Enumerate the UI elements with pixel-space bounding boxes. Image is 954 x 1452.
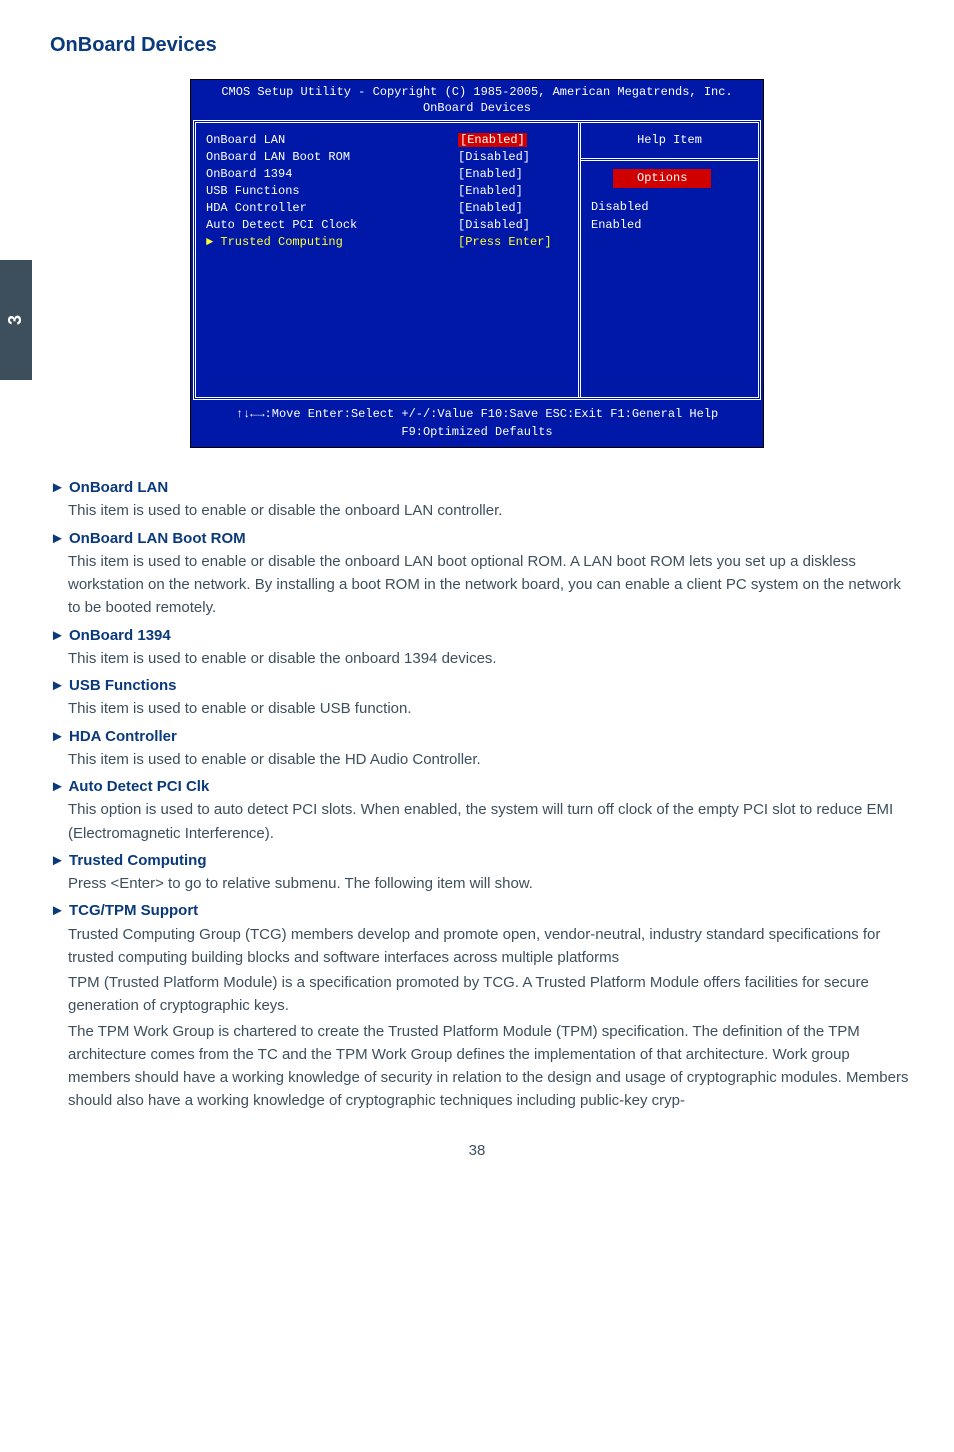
bios-footer: ↑↓←→:Move Enter:Select +/-/:Value F10:Sa…	[191, 402, 763, 447]
item-body: The TPM Work Group is chartered to creat…	[68, 1020, 912, 1113]
bios-setting-value: [Enabled]	[458, 165, 568, 182]
item-heading-pci: Auto Detect PCI Clk	[50, 775, 912, 798]
document-content: OnBoard LAN This item is used to enable …	[50, 476, 912, 1113]
bios-setting-row: HDA Controller [Enabled]	[206, 199, 568, 216]
item-body: This item is used to enable or disable t…	[68, 499, 912, 522]
help-title: Help Item	[581, 123, 758, 161]
bios-header-line2: OnBoard Devices	[195, 100, 759, 116]
item-body: This option is used to auto detect PCI s…	[68, 798, 912, 845]
bios-setting-value: [Disabled]	[458, 148, 568, 165]
bios-setting-row: USB Functions [Enabled]	[206, 182, 568, 199]
help-body: Options Disabled Enabled	[581, 161, 758, 397]
bios-setting-row: OnBoard 1394 [Enabled]	[206, 165, 568, 182]
bios-setting-label: OnBoard LAN Boot ROM	[206, 148, 350, 165]
page-number: 38	[40, 1139, 914, 1162]
bios-help-panel: Help Item Options Disabled Enabled	[578, 123, 758, 397]
item-body: Press <Enter> to go to relative submenu.…	[68, 872, 912, 895]
option-disabled: Disabled	[591, 198, 748, 217]
bios-header: CMOS Setup Utility - Copyright (C) 1985-…	[191, 80, 763, 118]
item-heading-usb: USB Functions	[50, 674, 912, 697]
item-heading-onboard-lan: OnBoard LAN	[50, 476, 912, 499]
bios-setting-value: [Disabled]	[458, 216, 568, 233]
item-heading-tcg: TCG/TPM Support	[50, 899, 912, 922]
item-heading-1394: OnBoard 1394	[50, 624, 912, 647]
item-body: TPM (Trusted Platform Module) is a speci…	[68, 971, 912, 1018]
bios-footer-line1: ↑↓←→:Move Enter:Select +/-/:Value F10:Sa…	[193, 406, 761, 423]
bios-setting-label: OnBoard LAN	[206, 131, 285, 148]
chapter-side-tab: 3	[0, 260, 32, 380]
bios-setting-value: [Enabled]	[458, 199, 568, 216]
item-body: Trusted Computing Group (TCG) members de…	[68, 923, 912, 970]
bios-setting-label: HDA Controller	[206, 199, 307, 216]
item-body: This item is used to enable or disable t…	[68, 647, 912, 670]
bios-setting-row: OnBoard LAN Boot ROM [Disabled]	[206, 148, 568, 165]
section-heading: OnBoard Devices	[50, 30, 914, 61]
bios-screenshot: CMOS Setup Utility - Copyright (C) 1985-…	[190, 79, 764, 448]
options-pill: Options	[613, 169, 711, 188]
bios-setting-row: OnBoard LAN [Enabled]	[206, 131, 568, 148]
bios-setting-label: OnBoard 1394	[206, 165, 292, 182]
bios-setting-label: ► Trusted Computing	[206, 233, 343, 250]
bios-header-line1: CMOS Setup Utility - Copyright (C) 1985-…	[195, 84, 759, 100]
item-body: This item is used to enable or disable t…	[68, 748, 912, 771]
bios-footer-line2: F9:Optimized Defaults	[193, 424, 761, 441]
bios-setting-row: Auto Detect PCI Clock [Disabled]	[206, 216, 568, 233]
option-enabled: Enabled	[591, 216, 748, 235]
item-body: This item is used to enable or disable U…	[68, 697, 912, 720]
item-body: This item is used to enable or disable t…	[68, 550, 912, 620]
bios-body: OnBoard LAN[Enabled]OnBoard LAN Boot ROM…	[193, 120, 761, 400]
bios-settings-panel: OnBoard LAN[Enabled]OnBoard LAN Boot ROM…	[196, 123, 578, 397]
item-heading-trusted: Trusted Computing	[50, 849, 912, 872]
bios-setting-label: Auto Detect PCI Clock	[206, 216, 357, 233]
bios-setting-label: USB Functions	[206, 182, 300, 199]
chapter-number: 3	[2, 315, 30, 325]
item-heading-boot-rom: OnBoard LAN Boot ROM	[50, 527, 912, 550]
bios-setting-row: ► Trusted Computing [Press Enter]	[206, 233, 568, 250]
bios-setting-value: [Enabled]	[458, 131, 568, 148]
bios-setting-value: [Enabled]	[458, 182, 568, 199]
bios-setting-value: [Press Enter]	[458, 233, 568, 250]
item-heading-hda: HDA Controller	[50, 725, 912, 748]
